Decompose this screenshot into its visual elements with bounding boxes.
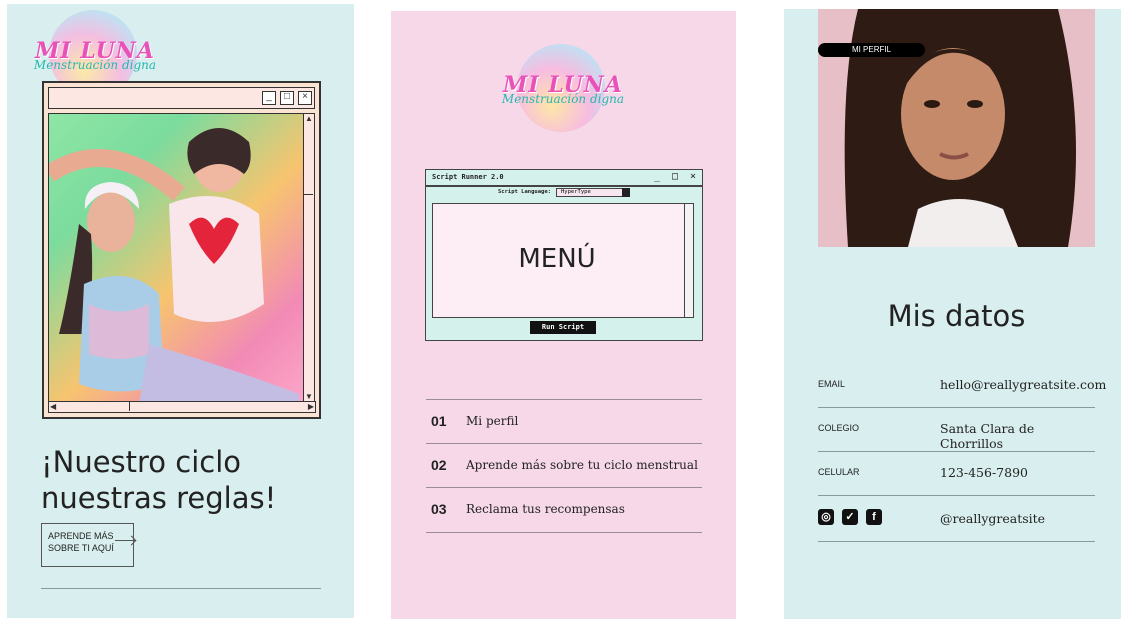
field-value[interactable]: hello@reallygreatsite.com xyxy=(940,377,1106,392)
data-row-social: ◎ ✓ f @reallygreatsite xyxy=(818,496,1095,542)
menu-item-number: 01 xyxy=(431,413,447,429)
scroll-up-icon[interactable]: ▲ xyxy=(305,115,313,123)
script-runner-window: Script Runner 2.0 _ □ × Script Language:… xyxy=(425,169,703,341)
menu-heading: MENÚ xyxy=(518,244,596,274)
script-language-label: Script Language: xyxy=(498,189,551,195)
vertical-scrollbar[interactable]: ▲ ▼ xyxy=(303,113,315,403)
social-handle[interactable]: @reallygreatsite xyxy=(940,511,1045,526)
window-titlebar: _ □ × xyxy=(48,87,315,109)
photo-window: _ □ × ▲ ▼ ◀ ▶ xyxy=(42,81,321,419)
instagram-icon[interactable]: ◎ xyxy=(818,509,834,525)
divider xyxy=(41,588,321,589)
scroll-left-icon[interactable]: ◀ xyxy=(50,403,56,411)
vertical-scrollbar[interactable] xyxy=(684,204,693,317)
script-text-area[interactable]: MENÚ xyxy=(432,203,694,318)
profile-panel: MI PERFIL Mis datos EMAIL hello@reallygr… xyxy=(784,9,1121,619)
data-row-celular: CELULAR 123-456-7890 xyxy=(818,452,1095,496)
menu-item-number: 02 xyxy=(431,457,447,473)
field-label: COLEGIO xyxy=(818,423,860,433)
menu-item-aprende[interactable]: 02 Aprende más sobre tu ciclo menstrual xyxy=(426,443,702,487)
hero-photo xyxy=(48,113,305,403)
landing-panel: MI LUNA Menstruación digna _ □ × ▲ ▼ ◀ ▶… xyxy=(7,4,354,618)
field-value: Santa Clara de Chorrillos xyxy=(940,421,1035,451)
logo-subtitle: Menstruación digna xyxy=(501,92,625,106)
menu-item-number: 03 xyxy=(431,501,447,517)
facebook-icon[interactable]: f xyxy=(866,509,882,525)
data-row-email: EMAIL hello@reallygreatsite.com xyxy=(818,364,1106,408)
close-button[interactable]: × xyxy=(298,91,312,105)
minimize-button[interactable]: _ xyxy=(654,171,660,182)
minimize-button[interactable]: _ xyxy=(262,91,276,105)
divider xyxy=(426,532,702,533)
horizontal-scrollbar[interactable]: ◀ ▶ xyxy=(48,401,316,413)
field-label: CELULAR xyxy=(818,467,860,477)
mi-luna-logo: MI LUNA Menstruación digna xyxy=(502,44,624,134)
twitter-icon[interactable]: ✓ xyxy=(842,509,858,525)
menu-item-label: Aprende más sobre tu ciclo menstrual xyxy=(466,458,698,472)
maximize-button[interactable]: □ xyxy=(280,91,294,105)
data-row-colegio: COLEGIO Santa Clara de Chorrillos xyxy=(818,408,1095,452)
menu-item-label: Reclama tus recompensas xyxy=(466,502,625,516)
menu-item-label: Mi perfil xyxy=(466,414,519,428)
window-title: Script Runner 2.0 xyxy=(432,173,504,181)
profile-badge: MI PERFIL xyxy=(818,43,925,57)
logo-subtitle: Menstruación digna xyxy=(33,58,157,72)
learn-more-button[interactable]: APRENDE MÁS SOBRE TI AQUÍ xyxy=(41,523,135,567)
menu-item-mi-perfil[interactable]: 01 Mi perfil xyxy=(426,399,702,443)
hero-photo-illustration xyxy=(49,128,299,402)
field-label: EMAIL xyxy=(818,379,846,389)
run-script-button[interactable]: Run Script xyxy=(530,321,596,334)
menu-panel: MI LUNA Menstruación digna Script Runner… xyxy=(391,11,736,619)
learn-more-label: APRENDE MÁS SOBRE TI AQUÍ xyxy=(48,531,114,553)
close-button[interactable]: × xyxy=(690,171,696,182)
arrow-right-icon xyxy=(115,540,135,541)
scroll-right-icon[interactable]: ▶ xyxy=(308,403,314,411)
page-headline: ¡Nuestro ciclo nuestras reglas! xyxy=(41,445,277,515)
maximize-button[interactable]: □ xyxy=(672,171,678,182)
field-value[interactable]: 123-456-7890 xyxy=(940,465,1028,480)
section-title: Mis datos xyxy=(887,299,1026,333)
scroll-down-icon[interactable]: ▼ xyxy=(305,393,313,401)
script-language-select[interactable]: HyperType xyxy=(556,188,630,197)
menu-item-recompensas[interactable]: 03 Reclama tus recompensas xyxy=(426,487,702,531)
